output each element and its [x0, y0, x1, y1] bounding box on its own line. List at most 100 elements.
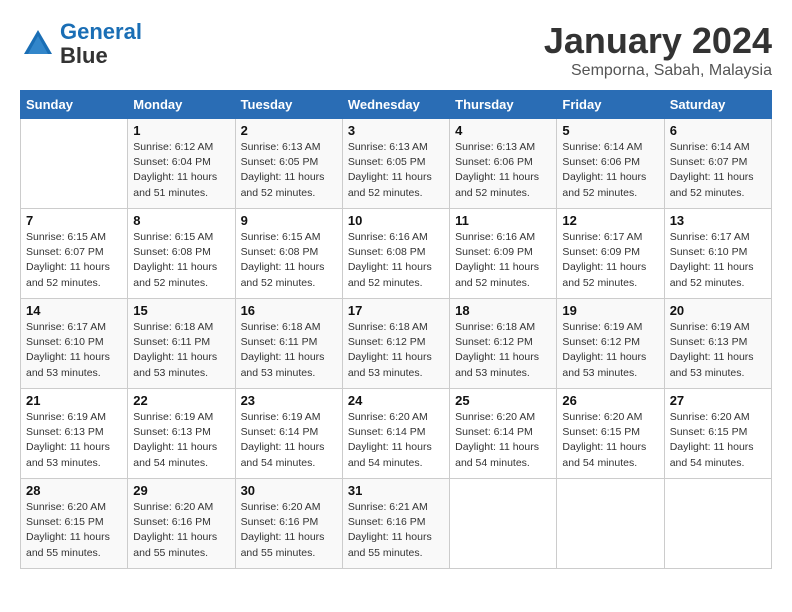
calendar-cell: 20 Sunrise: 6:19 AMSunset: 6:13 PMDayligh…: [664, 299, 771, 389]
calendar-body: 1Sunrise: 6:12 AMSunset: 6:04 PMDaylight…: [21, 119, 772, 569]
calendar-cell: 19 Sunrise: 6:19 AMSunset: 6:12 PMDayligh…: [557, 299, 664, 389]
day-info: Sunrise: 6:20 AMSunset: 6:16 PMDaylight:…: [241, 500, 337, 561]
day-info: Sunrise: 6:18 AMSunset: 6:12 PMDaylight:…: [348, 320, 444, 381]
day-number: 9: [241, 213, 337, 228]
calendar-cell: 24 Sunrise: 6:20 AMSunset: 6:14 PMDayligh…: [342, 389, 449, 479]
header-cell-wednesday: Wednesday: [342, 91, 449, 119]
day-number: 17: [348, 303, 444, 318]
day-number: 3: [348, 123, 444, 138]
day-info: Sunrise: 6:18 AMSunset: 6:11 PMDaylight:…: [241, 320, 337, 381]
day-info: Sunrise: 6:13 AMSunset: 6:06 PMDaylight:…: [455, 140, 551, 201]
calendar-cell: 12 Sunrise: 6:17 AMSunset: 6:09 PMDayligh…: [557, 209, 664, 299]
calendar-cell: 10Sunrise: 6:16 AMSunset: 6:08 PMDayligh…: [342, 209, 449, 299]
calendar-cell: 8 Sunrise: 6:15 AMSunset: 6:08 PMDaylight…: [128, 209, 235, 299]
week-row-2: 7Sunrise: 6:15 AMSunset: 6:07 PMDaylight…: [21, 209, 772, 299]
calendar-cell: 30 Sunrise: 6:20 AMSunset: 6:16 PMDayligh…: [235, 479, 342, 569]
calendar-cell: 23 Sunrise: 6:19 AMSunset: 6:14 PMDayligh…: [235, 389, 342, 479]
day-info: Sunrise: 6:13 AMSunset: 6:05 PMDaylight:…: [348, 140, 444, 201]
header-cell-sunday: Sunday: [21, 91, 128, 119]
day-number: 20: [670, 303, 766, 318]
calendar-cell: [557, 479, 664, 569]
day-info: Sunrise: 6:19 AMSunset: 6:13 PMDaylight:…: [670, 320, 766, 381]
day-info: Sunrise: 6:14 AMSunset: 6:06 PMDaylight:…: [562, 140, 658, 201]
calendar-header: SundayMondayTuesdayWednesdayThursdayFrid…: [21, 91, 772, 119]
day-info: Sunrise: 6:19 AMSunset: 6:12 PMDaylight:…: [562, 320, 658, 381]
calendar-cell: [21, 119, 128, 209]
calendar-cell: 7Sunrise: 6:15 AMSunset: 6:07 PMDaylight…: [21, 209, 128, 299]
header-cell-friday: Friday: [557, 91, 664, 119]
calendar-cell: 16 Sunrise: 6:18 AMSunset: 6:11 PMDayligh…: [235, 299, 342, 389]
calendar-cell: 15 Sunrise: 6:18 AMSunset: 6:11 PMDayligh…: [128, 299, 235, 389]
calendar-cell: 21 Sunrise: 6:19 AMSunset: 6:13 PMDayligh…: [21, 389, 128, 479]
calendar-cell: 2 Sunrise: 6:13 AMSunset: 6:05 PMDaylight…: [235, 119, 342, 209]
day-info: Sunrise: 6:19 AMSunset: 6:13 PMDaylight:…: [133, 410, 229, 471]
calendar-cell: 17 Sunrise: 6:18 AMSunset: 6:12 PMDayligh…: [342, 299, 449, 389]
day-number: 19: [562, 303, 658, 318]
calendar-cell: 13 Sunrise: 6:17 AMSunset: 6:10 PMDayligh…: [664, 209, 771, 299]
day-info: Sunrise: 6:16 AMSunset: 6:09 PMDaylight:…: [455, 230, 551, 291]
calendar-cell: 18Sunrise: 6:18 AMSunset: 6:12 PMDayligh…: [450, 299, 557, 389]
day-number: 16: [241, 303, 337, 318]
day-info: Sunrise: 6:13 AMSunset: 6:05 PMDaylight:…: [241, 140, 337, 201]
day-number: 11: [455, 213, 551, 228]
week-row-1: 1Sunrise: 6:12 AMSunset: 6:04 PMDaylight…: [21, 119, 772, 209]
header-cell-thursday: Thursday: [450, 91, 557, 119]
week-row-5: 28 Sunrise: 6:20 AMSunset: 6:15 PMDayligh…: [21, 479, 772, 569]
day-number: 6: [670, 123, 766, 138]
week-row-4: 21 Sunrise: 6:19 AMSunset: 6:13 PMDayligh…: [21, 389, 772, 479]
day-number: 27: [670, 393, 766, 408]
day-number: 22: [133, 393, 229, 408]
day-info: Sunrise: 6:18 AMSunset: 6:11 PMDaylight:…: [133, 320, 229, 381]
calendar-cell: 11 Sunrise: 6:16 AMSunset: 6:09 PMDayligh…: [450, 209, 557, 299]
logo-text: General Blue: [60, 20, 142, 68]
calendar-cell: 6 Sunrise: 6:14 AMSunset: 6:07 PMDaylight…: [664, 119, 771, 209]
day-number: 12: [562, 213, 658, 228]
day-number: 31: [348, 483, 444, 498]
day-number: 13: [670, 213, 766, 228]
day-info: Sunrise: 6:15 AMSunset: 6:07 PMDaylight:…: [26, 230, 122, 291]
day-info: Sunrise: 6:17 AMSunset: 6:10 PMDaylight:…: [670, 230, 766, 291]
header-cell-monday: Monday: [128, 91, 235, 119]
calendar-cell: 22 Sunrise: 6:19 AMSunset: 6:13 PMDayligh…: [128, 389, 235, 479]
week-row-3: 14Sunrise: 6:17 AMSunset: 6:10 PMDayligh…: [21, 299, 772, 389]
day-info: Sunrise: 6:20 AMSunset: 6:14 PMDaylight:…: [455, 410, 551, 471]
location-title: Semporna, Sabah, Malaysia: [544, 62, 772, 80]
day-info: Sunrise: 6:21 AMSunset: 6:16 PMDaylight:…: [348, 500, 444, 561]
day-number: 28: [26, 483, 122, 498]
logo: General Blue: [20, 20, 142, 68]
day-info: Sunrise: 6:15 AMSunset: 6:08 PMDaylight:…: [133, 230, 229, 291]
day-info: Sunrise: 6:19 AMSunset: 6:13 PMDaylight:…: [26, 410, 122, 471]
day-number: 8: [133, 213, 229, 228]
day-info: Sunrise: 6:14 AMSunset: 6:07 PMDaylight:…: [670, 140, 766, 201]
title-block: January 2024 Semporna, Sabah, Malaysia: [544, 20, 772, 80]
calendar-table: SundayMondayTuesdayWednesdayThursdayFrid…: [20, 90, 772, 569]
page-header: General Blue January 2024 Semporna, Saba…: [20, 20, 772, 80]
day-info: Sunrise: 6:19 AMSunset: 6:14 PMDaylight:…: [241, 410, 337, 471]
calendar-cell: 31 Sunrise: 6:21 AMSunset: 6:16 PMDayligh…: [342, 479, 449, 569]
day-number: 29: [133, 483, 229, 498]
calendar-cell: 1Sunrise: 6:12 AMSunset: 6:04 PMDaylight…: [128, 119, 235, 209]
day-info: Sunrise: 6:20 AMSunset: 6:15 PMDaylight:…: [670, 410, 766, 471]
day-info: Sunrise: 6:16 AMSunset: 6:08 PMDaylight:…: [348, 230, 444, 291]
day-number: 26: [562, 393, 658, 408]
calendar-cell: [664, 479, 771, 569]
day-info: Sunrise: 6:20 AMSunset: 6:15 PMDaylight:…: [26, 500, 122, 561]
day-number: 24: [348, 393, 444, 408]
calendar-cell: [450, 479, 557, 569]
day-number: 2: [241, 123, 337, 138]
day-info: Sunrise: 6:20 AMSunset: 6:16 PMDaylight:…: [133, 500, 229, 561]
day-info: Sunrise: 6:12 AMSunset: 6:04 PMDaylight:…: [133, 140, 229, 201]
day-number: 30: [241, 483, 337, 498]
calendar-cell: 4 Sunrise: 6:13 AMSunset: 6:06 PMDaylight…: [450, 119, 557, 209]
day-number: 4: [455, 123, 551, 138]
day-number: 21: [26, 393, 122, 408]
day-number: 25: [455, 393, 551, 408]
day-info: Sunrise: 6:17 AMSunset: 6:09 PMDaylight:…: [562, 230, 658, 291]
calendar-cell: 29 Sunrise: 6:20 AMSunset: 6:16 PMDayligh…: [128, 479, 235, 569]
day-info: Sunrise: 6:18 AMSunset: 6:12 PMDaylight:…: [455, 320, 551, 381]
day-number: 23: [241, 393, 337, 408]
day-info: Sunrise: 6:20 AMSunset: 6:14 PMDaylight:…: [348, 410, 444, 471]
logo-icon: [20, 26, 56, 62]
day-number: 15: [133, 303, 229, 318]
header-cell-tuesday: Tuesday: [235, 91, 342, 119]
